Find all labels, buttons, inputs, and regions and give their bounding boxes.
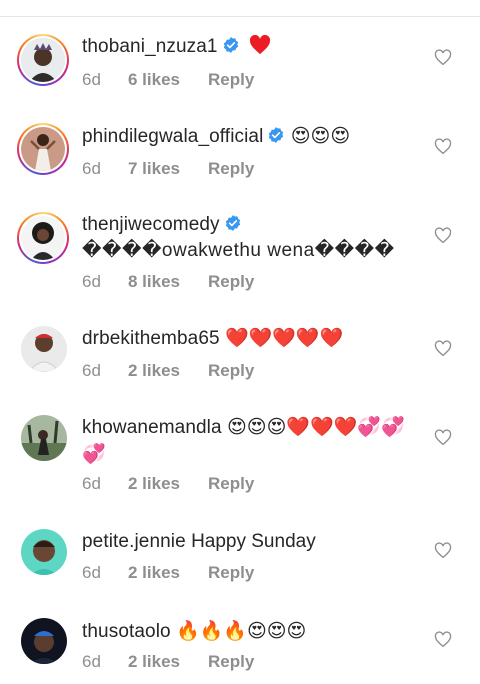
comment-text: 😍😍😍 (290, 125, 351, 147)
heart-outline-icon[interactable] (434, 542, 452, 560)
avatar-image (21, 127, 65, 171)
comment-meta: 6d 2 likes Reply (82, 651, 254, 673)
comment-time: 6d (82, 563, 101, 582)
avatar[interactable] (17, 212, 69, 264)
comment-text: ❤️❤️❤️❤️❤️ (224, 327, 344, 349)
reply-button[interactable]: Reply (208, 271, 254, 293)
comment-line: drbekithemba65 ❤️❤️❤️❤️❤️ (82, 325, 420, 352)
comment-likes[interactable]: 6 likes (128, 69, 208, 91)
comment-likes[interactable]: 2 likes (128, 562, 208, 584)
comment-line: phindilegwala_official 😍😍😍 (82, 123, 420, 150)
comment-meta: 6d 2 likes Reply (82, 473, 254, 495)
reply-button[interactable]: Reply (208, 69, 254, 91)
comment-meta: 6d 8 likes Reply (82, 271, 254, 293)
reply-button[interactable]: Reply (208, 562, 254, 584)
avatar-image (21, 618, 67, 664)
comment-line: khowanemandla 😍😍😍❤️❤️❤️💞💞💞 (82, 414, 420, 468)
avatar-image (21, 38, 65, 82)
comment-text (245, 34, 271, 57)
reply-button[interactable]: Reply (208, 473, 254, 495)
divider (0, 16, 480, 17)
heart-outline-icon[interactable] (434, 227, 452, 245)
avatar-image (21, 415, 67, 461)
avatar-image (21, 326, 67, 372)
comment-likes[interactable]: 7 likes (128, 158, 208, 180)
comment-line: thenjiwecomedy ����owakwethu wena���� (82, 212, 420, 264)
reply-button[interactable]: Reply (208, 360, 254, 382)
comment-line: petite.jennie Happy Sunday (82, 529, 420, 555)
comment-line: thobani_nzuza1 (82, 34, 420, 60)
avatar[interactable] (21, 415, 67, 461)
comment-username[interactable]: drbekithemba65 (82, 328, 220, 349)
reply-button[interactable]: Reply (208, 158, 254, 180)
avatar-image (21, 216, 65, 260)
heart-outline-icon[interactable] (434, 138, 452, 156)
comment-time: 6d (82, 70, 101, 89)
avatar[interactable] (17, 123, 69, 175)
comment-time: 6d (82, 159, 101, 178)
comment-line: thusotaolo 🔥🔥🔥😍😍😍 (82, 618, 420, 645)
comment-meta: 6d 6 likes Reply (82, 69, 254, 91)
avatar[interactable] (21, 326, 67, 372)
avatar[interactable] (17, 34, 69, 86)
comment-username[interactable]: phindilegwala_official (82, 126, 263, 147)
verified-badge-icon (269, 127, 284, 143)
comment-username[interactable]: khowanemandla (82, 417, 222, 438)
comment-text: 🔥🔥🔥😍😍😍 (175, 620, 307, 642)
avatar[interactable] (21, 529, 67, 575)
comment-likes[interactable]: 2 likes (128, 473, 208, 495)
avatar-image (21, 529, 67, 575)
verified-badge-icon (223, 37, 238, 53)
comment-text: ����owakwethu wena���� (82, 240, 395, 261)
comment-meta: 6d 2 likes Reply (82, 360, 254, 382)
heart-outline-icon[interactable] (434, 631, 452, 649)
avatar[interactable] (21, 618, 67, 664)
comment-time: 6d (82, 361, 101, 380)
comment-time: 6d (82, 652, 101, 671)
red-heart-emoji (249, 34, 270, 55)
comment-username[interactable]: petite.jennie (82, 531, 186, 552)
comment-username[interactable]: thobani_nzuza1 (82, 36, 218, 57)
verified-badge-icon (225, 215, 240, 231)
comment-likes[interactable]: 2 likes (128, 651, 208, 673)
heart-outline-icon[interactable] (434, 49, 452, 67)
comment-text: Happy Sunday (191, 531, 316, 552)
comment-username[interactable]: thusotaolo (82, 621, 171, 642)
comment-time: 6d (82, 474, 101, 493)
comment-meta: 6d 7 likes Reply (82, 158, 254, 180)
reply-button[interactable]: Reply (208, 651, 254, 673)
comment-meta: 6d 2 likes Reply (82, 562, 254, 584)
comment-likes[interactable]: 2 likes (128, 360, 208, 382)
heart-outline-icon[interactable] (434, 340, 452, 358)
comment-likes[interactable]: 8 likes (128, 271, 208, 293)
comment-time: 6d (82, 272, 101, 291)
heart-outline-icon[interactable] (434, 429, 452, 447)
comments-list: thobani_nzuza1 6d 6 likes Reply phindile… (0, 0, 480, 684)
comment-username[interactable]: thenjiwecomedy (82, 214, 220, 235)
